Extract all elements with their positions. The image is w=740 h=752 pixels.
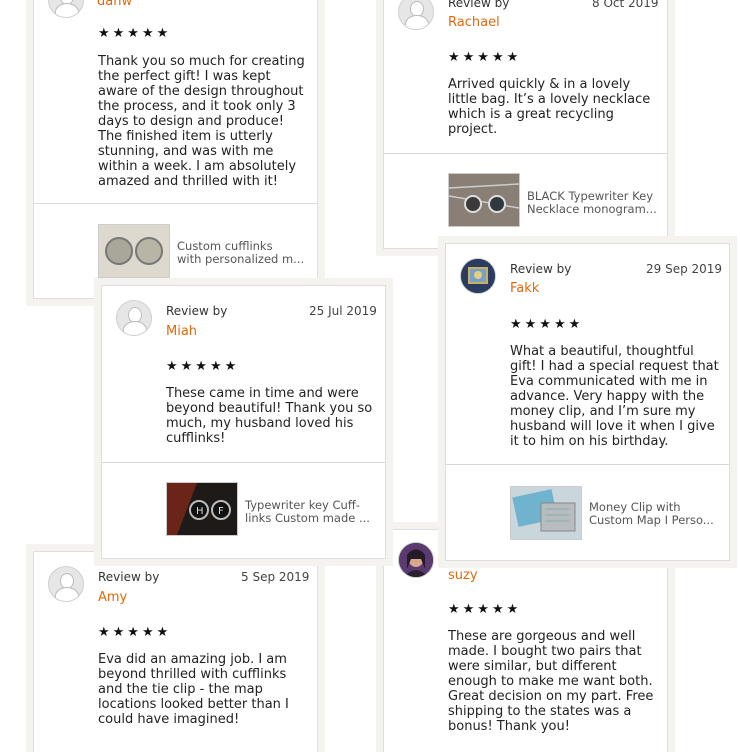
divider (34, 203, 317, 204)
review-card-amy: Review by 5 Sep 2019 Amy ★★★★★ Eva did a… (34, 552, 317, 752)
product-thumbnail[interactable]: H F (166, 482, 238, 536)
review-date: 5 Sep 2019 (241, 570, 310, 584)
review-date: 8 Oct 2019 (592, 0, 659, 10)
svg-text:H: H (196, 506, 204, 517)
cufflinks-image (99, 225, 169, 277)
reviewer-photo (461, 259, 495, 293)
review-by-label: Review by (166, 304, 228, 318)
reviewer-avatar (48, 566, 84, 602)
reviewer-name[interactable]: Amy (98, 590, 127, 605)
reviewer-name[interactable]: Fakk (510, 281, 539, 296)
reviewer-name[interactable]: Miah (166, 324, 197, 339)
divider (384, 153, 667, 154)
star-rating: ★★★★★ (448, 602, 522, 617)
product-thumbnail[interactable] (98, 224, 170, 278)
review-date: 25 Jul 2019 (309, 304, 377, 318)
review-card-fakk: Review by 29 Sep 2019 Fakk ★★★★★ What a … (446, 244, 729, 560)
product-title-line2[interactable]: with personalized m... (177, 253, 304, 266)
review-by-label: Review by (448, 0, 510, 10)
star-rating: ★★★★★ (98, 625, 172, 640)
review-text: Eva did an amazing job. I am beyond thri… (98, 652, 289, 727)
money-clip-image (511, 487, 581, 539)
star-rating: ★★★★★ (98, 26, 172, 41)
product-thumbnail[interactable] (510, 486, 582, 540)
divider (102, 462, 385, 463)
review-card-miah: Review by 25 Jul 2019 Miah ★★★★★ These c… (102, 286, 385, 558)
review-text: What a beautiful, thoughtful gift! I had… (510, 344, 719, 449)
review-card-danw: danw ★★★★★ Thank you so much for creatin… (34, 0, 317, 298)
necklace-image (449, 174, 519, 226)
reviewer-avatar (460, 258, 496, 294)
review-date: 29 Sep 2019 (646, 262, 723, 276)
review-by-label: Review by (510, 262, 572, 276)
reviewer-avatar (48, 0, 84, 18)
reviewer-photo (399, 543, 433, 577)
product-thumbnail[interactable] (448, 173, 520, 227)
review-text: Thank you so much for creating the perfe… (98, 54, 305, 189)
review-text: These came in time and were beyond beaut… (166, 386, 373, 446)
reviewer-avatar (398, 542, 434, 578)
reviewer-name[interactable]: suzy (448, 568, 478, 583)
divider (446, 464, 729, 465)
star-rating: ★★★★★ (448, 50, 522, 65)
reviewer-avatar (116, 300, 152, 336)
review-text: Arrived quickly & in a lovely little bag… (448, 77, 651, 137)
svg-text:F: F (218, 506, 224, 517)
review-by-label: Review by (98, 570, 160, 584)
review-card-rachael: Review by 8 Oct 2019 Rachael ★★★★★ Arriv… (384, 0, 667, 248)
reviewer-avatar (398, 0, 434, 30)
reviewer-name[interactable]: danw (97, 0, 132, 9)
cufflinks-image: H F (167, 483, 237, 535)
product-title-line2[interactable]: links Custom made ... (245, 512, 370, 525)
product-title-line2[interactable]: Necklace monogram... (527, 203, 657, 216)
product-title-line2[interactable]: Custom Map I Perso... (589, 514, 714, 527)
review-card-suzy: suzy ★★★★★ These are gorgeous and well m… (384, 530, 667, 752)
star-rating: ★★★★★ (166, 359, 240, 374)
review-text: These are gorgeous and well made. I boug… (448, 629, 654, 734)
reviewer-name[interactable]: Rachael (448, 15, 500, 30)
star-rating: ★★★★★ (510, 317, 584, 332)
